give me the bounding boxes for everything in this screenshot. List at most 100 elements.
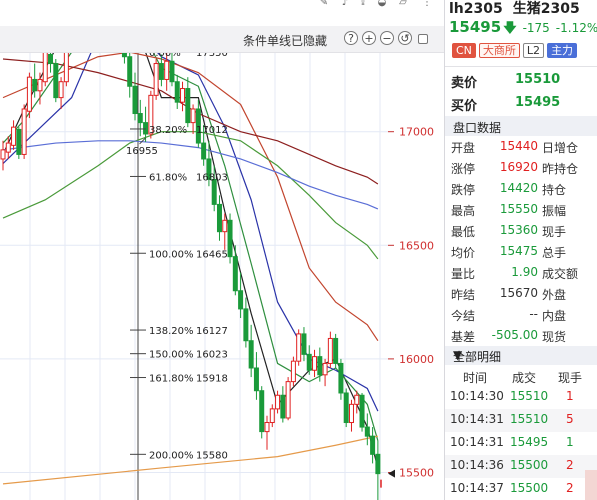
candle-body — [359, 394, 365, 428]
candle-body — [5, 142, 11, 153]
quote-label-2: 持仓 — [542, 183, 567, 197]
candle-body — [227, 219, 233, 258]
tag-main-contract: 主力 — [547, 43, 578, 58]
zoom-out-icon[interactable]: − — [380, 31, 394, 45]
candle-body — [180, 88, 186, 103]
quote-value: 14420 — [499, 181, 538, 195]
quote-label: 最低 — [451, 225, 476, 239]
quote-label-2: 总手 — [542, 246, 567, 260]
contract-header: lh2305 生猪2305 — [449, 0, 590, 18]
fib-percent-label: 161.80% — [149, 374, 194, 385]
candle-body — [158, 63, 164, 80]
condition-order-hidden-label[interactable]: 条件单线已隐藏 — [243, 32, 327, 49]
detail-section-title[interactable]: 全部明细 ▼ — [445, 346, 597, 365]
bid-row[interactable]: 买价 15495 — [445, 92, 597, 114]
ma-line — [2, 53, 379, 469]
candle-body — [201, 142, 207, 160]
zoom-in-icon[interactable]: + — [362, 31, 376, 45]
candle-body — [132, 85, 138, 115]
fib-percent-label: 100.00% — [149, 249, 194, 260]
contract-name: 生猪2305 — [512, 1, 580, 17]
candle-body — [21, 108, 27, 155]
dropdown-caret-icon[interactable]: ▼ — [453, 348, 462, 362]
col-time: 时间 — [463, 371, 488, 385]
y-tick-label: 16000 — [399, 353, 434, 366]
candle-body — [296, 333, 302, 362]
kline-chart[interactable]: 185001800017500170001650016000155000.00%… — [0, 53, 444, 500]
tag-exchange[interactable]: 大商所 — [478, 43, 520, 58]
divider — [445, 66, 597, 67]
more-icon[interactable]: ⋮ — [420, 0, 434, 10]
candle-body — [253, 367, 259, 392]
candle-body — [285, 381, 291, 419]
candle-body — [222, 219, 228, 233]
fib-price-label: 16127 — [196, 326, 228, 337]
share-icon[interactable]: ⇪ — [356, 0, 370, 10]
quote-panel: lh2305 生猪2305 15495 🡇 -175 -1.12% CN 大商所 L2 主力 … — [444, 0, 597, 500]
candle-body — [322, 362, 328, 376]
candle-body — [37, 78, 43, 92]
ma-line — [2, 140, 379, 210]
quote-row: 最低 15360 现手 — [445, 220, 597, 241]
candle-body — [301, 333, 307, 355]
candle-body — [248, 340, 254, 369]
candle-body — [137, 113, 143, 124]
candle-body — [153, 63, 159, 96]
tag-l2[interactable]: L2 — [522, 43, 545, 58]
quote-label-2: 振幅 — [542, 204, 567, 218]
candle-body — [312, 356, 318, 371]
low-price-label: 16955 — [126, 146, 158, 157]
quote-label: 最高 — [451, 204, 476, 218]
app-window: ✎ ♪ ⇪ ◒ ▱ ⋮ 条件单线已隐藏 ? + − ↺ 185001800017… — [0, 0, 597, 500]
ruler-icon[interactable]: ▱ — [396, 0, 410, 10]
top-toolbar: ✎ ♪ ⇪ ◒ ▱ ⋮ — [0, 0, 444, 26]
candle-body — [190, 108, 196, 124]
candle-body — [343, 392, 349, 424]
candle-body — [338, 362, 344, 394]
detail-header: 时间 成交 现手 — [445, 366, 597, 386]
help-icon[interactable]: ? — [344, 31, 358, 45]
fib-price-label: 15918 — [196, 374, 228, 385]
side-float-tab[interactable] — [585, 470, 597, 500]
quote-value: -- — [529, 307, 538, 321]
candle-body — [375, 453, 381, 475]
lock-icon[interactable]: ◒ — [375, 0, 389, 10]
fib-percent-label: 0.00% — [149, 53, 181, 59]
y-tick-label: 15500 — [399, 467, 434, 480]
trade-price: 15500 — [510, 481, 549, 495]
candle-body — [164, 60, 170, 80]
bid-label: 买价 — [451, 99, 478, 114]
price-change: -175 — [522, 21, 550, 35]
fib-percent-label: 200.00% — [149, 450, 194, 461]
col-price: 成交 — [512, 371, 537, 385]
trade-volume: 5 — [566, 412, 574, 426]
tag-cn: CN — [452, 43, 476, 58]
quote-row: 今结 -- 内盘 — [445, 304, 597, 325]
quote-row: 开盘 15440 日增仓 — [445, 136, 597, 157]
contract-code: lh2305 — [449, 1, 503, 17]
candle-body — [121, 53, 127, 58]
quote-row: 跌停 14420 持仓 — [445, 178, 597, 199]
candle-body — [53, 63, 59, 99]
restore-icon[interactable]: ↺ — [398, 31, 412, 45]
edit-icon[interactable]: ✎ — [317, 0, 331, 10]
candle-body — [26, 76, 32, 112]
square-icon[interactable] — [418, 34, 428, 44]
quote-value: 16920 — [499, 160, 538, 174]
quote-label: 涨停 — [451, 162, 476, 176]
candle-body — [58, 81, 64, 99]
quote-value: 15670 — [499, 286, 538, 300]
chart-toolbar: 条件单线已隐藏 ? + − ↺ — [0, 26, 444, 53]
candle-body — [317, 356, 323, 376]
candle-body — [16, 128, 22, 155]
last-price: 15495 — [449, 18, 502, 36]
bell-icon[interactable]: ♪ — [338, 0, 352, 10]
price-change-pct: -1.12% — [555, 21, 597, 35]
trade-time: 10:14:31 — [450, 412, 504, 426]
trade-volume: 2 — [566, 481, 574, 495]
contract-tags: CN 大商所 L2 主力 — [452, 43, 580, 58]
candle-body — [32, 78, 38, 92]
quote-row: 最高 15550 振幅 — [445, 199, 597, 220]
quote-label-2: 成交额 — [542, 267, 579, 281]
ask-row[interactable]: 卖价 15510 — [445, 69, 597, 91]
